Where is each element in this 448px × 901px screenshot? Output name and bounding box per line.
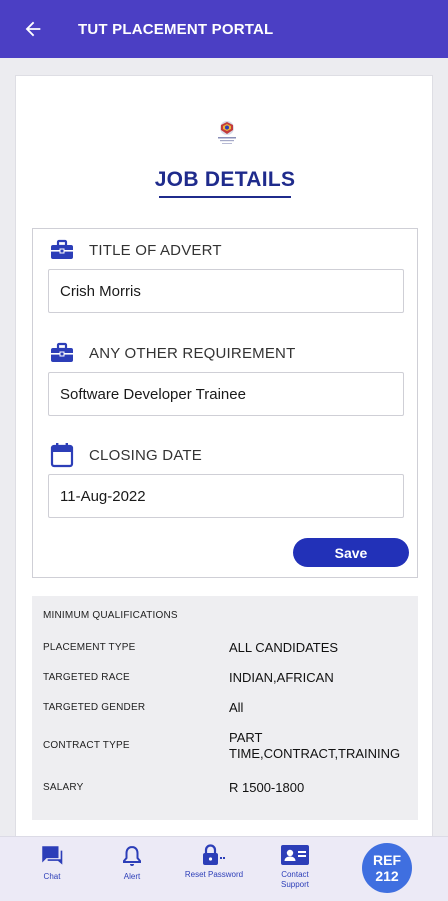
row-key: PLACEMENT TYPE xyxy=(43,642,136,653)
other-requirement-label: ANY OTHER REQUIREMENT xyxy=(49,340,295,366)
contact-card-icon xyxy=(281,845,309,865)
closing-date-label: CLOSING DATE xyxy=(49,442,202,468)
field-label-text: ANY OTHER REQUIREMENT xyxy=(89,344,296,362)
nav-label: Reset Password xyxy=(184,870,244,879)
row-value: R 1500-1800 xyxy=(229,780,305,795)
field-label-text: CLOSING DATE xyxy=(89,446,202,464)
row-value: PART TIME,CONTRACT,TRAINING xyxy=(229,730,401,761)
bell-icon xyxy=(123,845,141,866)
page-title: JOB DETAILS xyxy=(154,168,296,191)
title-of-advert-label: TITLE OF ADVERT xyxy=(49,237,222,263)
job-details-card: JOB DETAILS TITLE OF ADVERT Crish Morris xyxy=(15,75,433,845)
row-key: SALARY xyxy=(43,782,84,793)
lock-icon xyxy=(203,844,225,865)
briefcase-icon xyxy=(49,340,75,366)
briefcase-icon xyxy=(49,237,75,263)
row-value: ALL CANDIDATES xyxy=(229,640,339,655)
row-key: TARGETED RACE xyxy=(43,672,130,683)
ref-line-2: 212 xyxy=(375,868,399,884)
title-underline xyxy=(159,196,291,198)
nav-contact-support[interactable]: Contact Support xyxy=(272,843,318,890)
bottom-navigation: Chat Alert Reset Password Contact Suppor… xyxy=(0,836,448,901)
nav-label: Alert xyxy=(123,872,141,881)
closing-date-input[interactable]: 11-Aug-2022 xyxy=(48,474,404,518)
row-value: All xyxy=(229,700,244,715)
nav-reset-password[interactable]: Reset Password xyxy=(182,843,246,880)
app-title: TUT PLACEMENT PORTAL xyxy=(78,20,274,38)
row-value: INDIAN,AFRICAN xyxy=(229,670,334,685)
arrow-left-icon xyxy=(25,21,41,37)
chat-icon xyxy=(42,846,63,865)
university-logo xyxy=(218,121,236,144)
save-button[interactable]: Save xyxy=(293,538,409,567)
back-button[interactable] xyxy=(18,14,48,44)
field-label-text: TITLE OF ADVERT xyxy=(89,241,222,259)
calendar-icon xyxy=(49,442,75,468)
nav-label: Contact Support xyxy=(280,870,310,889)
other-requirement-input[interactable]: Software Developer Trainee xyxy=(48,372,404,416)
summary-heading: MINIMUM QUALIFICATIONS xyxy=(43,610,178,621)
nav-alert[interactable]: Alert xyxy=(116,843,148,882)
job-form: TITLE OF ADVERT Crish Morris ANY OTHER R… xyxy=(32,228,418,578)
ref-line-1: REF xyxy=(373,852,401,868)
nav-label: Chat xyxy=(43,872,61,881)
row-key: CONTRACT TYPE xyxy=(43,740,130,751)
app-bar: TUT PLACEMENT PORTAL xyxy=(0,0,448,58)
ref-badge[interactable]: REF 212 xyxy=(362,843,412,893)
row-key: TARGETED GENDER xyxy=(43,702,146,713)
qualifications-summary: MINIMUM QUALIFICATIONS PLACEMENT TYPE AL… xyxy=(32,596,418,820)
title-of-advert-input[interactable]: Crish Morris xyxy=(48,269,404,313)
nav-chat[interactable]: Chat xyxy=(36,843,68,882)
